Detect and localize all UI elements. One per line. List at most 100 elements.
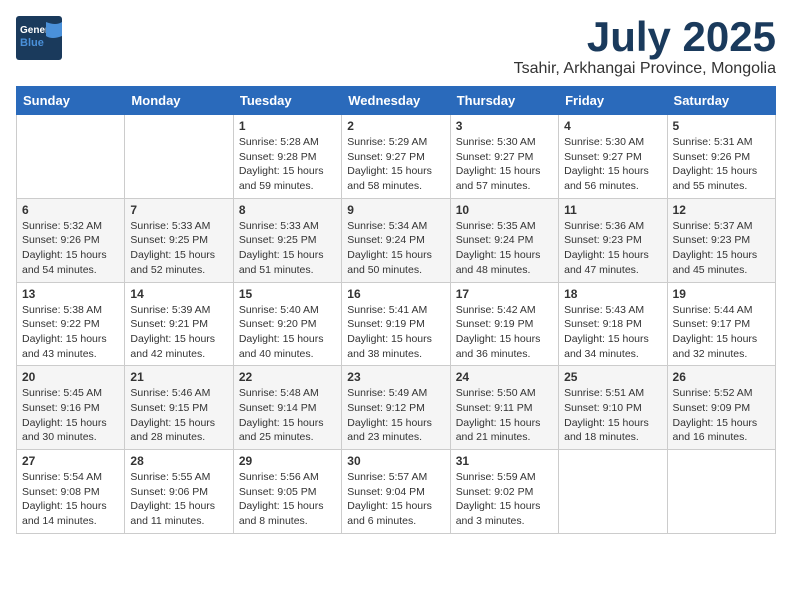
day-info: Sunrise: 5:33 AMSunset: 9:25 PMDaylight:…: [130, 219, 227, 278]
month-title: July 2025: [514, 16, 776, 58]
header: General Blue July 2025 Tsahir, Arkhangai…: [16, 16, 776, 78]
day-info: Sunrise: 5:59 AMSunset: 9:02 PMDaylight:…: [456, 470, 553, 529]
day-number: 3: [456, 119, 553, 133]
calendar-cell: 4Sunrise: 5:30 AMSunset: 9:27 PMDaylight…: [559, 115, 667, 199]
day-info: Sunrise: 5:56 AMSunset: 9:05 PMDaylight:…: [239, 470, 336, 529]
day-number: 23: [347, 370, 444, 384]
calendar-cell: 25 Sunrise: 5:51 AMSunset: 9:10 PMDayligh…: [559, 366, 667, 450]
day-info: Sunrise: 5:31 AMSunset: 9:26 PMDaylight:…: [673, 135, 770, 194]
day-number: 20: [22, 370, 119, 384]
day-info: Sunrise: 5:39 AMSunset: 9:21 PMDaylight:…: [130, 303, 227, 362]
day-info: Sunrise: 5:41 AMSunset: 9:19 PMDaylight:…: [347, 303, 444, 362]
calendar-cell: 21 Sunrise: 5:46 AMSunset: 9:15 PMDayligh…: [125, 366, 233, 450]
day-number: 5: [673, 119, 770, 133]
calendar-header-row: SundayMondayTuesdayWednesdayThursdayFrid…: [17, 87, 776, 115]
day-info: Sunrise: 5:37 AMSunset: 9:23 PMDaylight:…: [673, 219, 770, 278]
day-number: 9: [347, 203, 444, 217]
calendar-cell: 7Sunrise: 5:33 AMSunset: 9:25 PMDaylight…: [125, 198, 233, 282]
calendar-cell: [125, 115, 233, 199]
calendar-cell: 3 Sunrise: 5:30 AMSunset: 9:27 PMDaylight…: [450, 115, 558, 199]
day-info: Sunrise: 5:36 AMSunset: 9:23 PMDaylight:…: [564, 219, 661, 278]
day-info: Sunrise: 5:42 AMSunset: 9:19 PMDaylight:…: [456, 303, 553, 362]
calendar-cell: 29 Sunrise: 5:56 AMSunset: 9:05 PMDayligh…: [233, 450, 341, 534]
day-number: 29: [239, 454, 336, 468]
calendar-cell: 24Sunrise: 5:50 AMSunset: 9:11 PMDayligh…: [450, 366, 558, 450]
calendar-cell: [559, 450, 667, 534]
calendar-cell: 2 Sunrise: 5:29 AMSunset: 9:27 PMDaylight…: [342, 115, 450, 199]
calendar-cell: 30 Sunrise: 5:57 AMSunset: 9:04 PMDayligh…: [342, 450, 450, 534]
day-info: Sunrise: 5:45 AMSunset: 9:16 PMDaylight:…: [22, 386, 119, 445]
day-number: 30: [347, 454, 444, 468]
svg-text:Blue: Blue: [20, 37, 44, 49]
calendar-cell: [17, 115, 125, 199]
title-area: July 2025 Tsahir, Arkhangai Province, Mo…: [514, 16, 776, 78]
weekday-header: Wednesday: [342, 87, 450, 115]
day-number: 17: [456, 287, 553, 301]
day-info: Sunrise: 5:38 AMSunset: 9:22 PMDaylight:…: [22, 303, 119, 362]
calendar-cell: 8 Sunrise: 5:33 AMSunset: 9:25 PMDaylight…: [233, 198, 341, 282]
calendar-cell: 23 Sunrise: 5:49 AMSunset: 9:12 PMDayligh…: [342, 366, 450, 450]
calendar-cell: 19 Sunrise: 5:44 AMSunset: 9:17 PMDayligh…: [667, 282, 775, 366]
day-number: 21: [130, 370, 227, 384]
day-number: 6: [22, 203, 119, 217]
calendar-cell: 1 Sunrise: 5:28 AMSunset: 9:28 PMDaylight…: [233, 115, 341, 199]
day-info: Sunrise: 5:54 AMSunset: 9:08 PMDaylight:…: [22, 470, 119, 529]
calendar-cell: 20 Sunrise: 5:45 AMSunset: 9:16 PMDayligh…: [17, 366, 125, 450]
day-number: 22: [239, 370, 336, 384]
day-number: 19: [673, 287, 770, 301]
day-number: 4: [564, 119, 661, 133]
day-number: 25: [564, 370, 661, 384]
calendar-week-row: 1 Sunrise: 5:28 AMSunset: 9:28 PMDaylight…: [17, 115, 776, 199]
day-info: Sunrise: 5:43 AMSunset: 9:18 PMDaylight:…: [564, 303, 661, 362]
day-info: Sunrise: 5:35 AMSunset: 9:24 PMDaylight:…: [456, 219, 553, 278]
day-info: Sunrise: 5:50 AMSunset: 9:11 PMDaylight:…: [456, 386, 553, 445]
day-info: Sunrise: 5:55 AMSunset: 9:06 PMDaylight:…: [130, 470, 227, 529]
calendar-cell: 14 Sunrise: 5:39 AMSunset: 9:21 PMDayligh…: [125, 282, 233, 366]
day-number: 18: [564, 287, 661, 301]
day-number: 12: [673, 203, 770, 217]
day-number: 27: [22, 454, 119, 468]
calendar-week-row: 20 Sunrise: 5:45 AMSunset: 9:16 PMDayligh…: [17, 366, 776, 450]
calendar-cell: 17 Sunrise: 5:42 AMSunset: 9:19 PMDayligh…: [450, 282, 558, 366]
day-number: 2: [347, 119, 444, 133]
day-info: Sunrise: 5:51 AMSunset: 9:10 PMDaylight:…: [564, 386, 661, 445]
calendar-cell: 27 Sunrise: 5:54 AMSunset: 9:08 PMDayligh…: [17, 450, 125, 534]
day-info: Sunrise: 5:29 AMSunset: 9:27 PMDaylight:…: [347, 135, 444, 194]
weekday-header: Friday: [559, 87, 667, 115]
day-info: Sunrise: 5:44 AMSunset: 9:17 PMDaylight:…: [673, 303, 770, 362]
day-number: 13: [22, 287, 119, 301]
location-subtitle: Tsahir, Arkhangai Province, Mongolia: [514, 60, 776, 78]
calendar-cell: 16Sunrise: 5:41 AMSunset: 9:19 PMDayligh…: [342, 282, 450, 366]
logo-icon: General Blue: [16, 16, 66, 60]
calendar-cell: 5 Sunrise: 5:31 AMSunset: 9:26 PMDaylight…: [667, 115, 775, 199]
day-info: Sunrise: 5:28 AMSunset: 9:28 PMDaylight:…: [239, 135, 336, 194]
day-info: Sunrise: 5:32 AMSunset: 9:26 PMDaylight:…: [22, 219, 119, 278]
day-number: 31: [456, 454, 553, 468]
day-info: Sunrise: 5:46 AMSunset: 9:15 PMDaylight:…: [130, 386, 227, 445]
weekday-header: Monday: [125, 87, 233, 115]
calendar-cell: 12 Sunrise: 5:37 AMSunset: 9:23 PMDayligh…: [667, 198, 775, 282]
day-number: 8: [239, 203, 336, 217]
calendar-cell: [667, 450, 775, 534]
day-number: 26: [673, 370, 770, 384]
logo: General Blue: [16, 16, 66, 65]
day-info: Sunrise: 5:30 AMSunset: 9:27 PMDaylight:…: [456, 135, 553, 194]
weekday-header: Sunday: [17, 87, 125, 115]
day-info: Sunrise: 5:48 AMSunset: 9:14 PMDaylight:…: [239, 386, 336, 445]
calendar-week-row: 13 Sunrise: 5:38 AMSunset: 9:22 PMDayligh…: [17, 282, 776, 366]
day-number: 1: [239, 119, 336, 133]
day-number: 11: [564, 203, 661, 217]
weekday-header: Saturday: [667, 87, 775, 115]
day-info: Sunrise: 5:49 AMSunset: 9:12 PMDaylight:…: [347, 386, 444, 445]
calendar-cell: 9Sunrise: 5:34 AMSunset: 9:24 PMDaylight…: [342, 198, 450, 282]
weekday-header: Tuesday: [233, 87, 341, 115]
calendar-cell: 31 Sunrise: 5:59 AMSunset: 9:02 PMDayligh…: [450, 450, 558, 534]
calendar-week-row: 6 Sunrise: 5:32 AMSunset: 9:26 PMDaylight…: [17, 198, 776, 282]
day-number: 14: [130, 287, 227, 301]
day-info: Sunrise: 5:33 AMSunset: 9:25 PMDaylight:…: [239, 219, 336, 278]
calendar-cell: 28Sunrise: 5:55 AMSunset: 9:06 PMDayligh…: [125, 450, 233, 534]
day-info: Sunrise: 5:52 AMSunset: 9:09 PMDaylight:…: [673, 386, 770, 445]
day-info: Sunrise: 5:40 AMSunset: 9:20 PMDaylight:…: [239, 303, 336, 362]
calendar-cell: 26 Sunrise: 5:52 AMSunset: 9:09 PMDayligh…: [667, 366, 775, 450]
day-info: Sunrise: 5:57 AMSunset: 9:04 PMDaylight:…: [347, 470, 444, 529]
